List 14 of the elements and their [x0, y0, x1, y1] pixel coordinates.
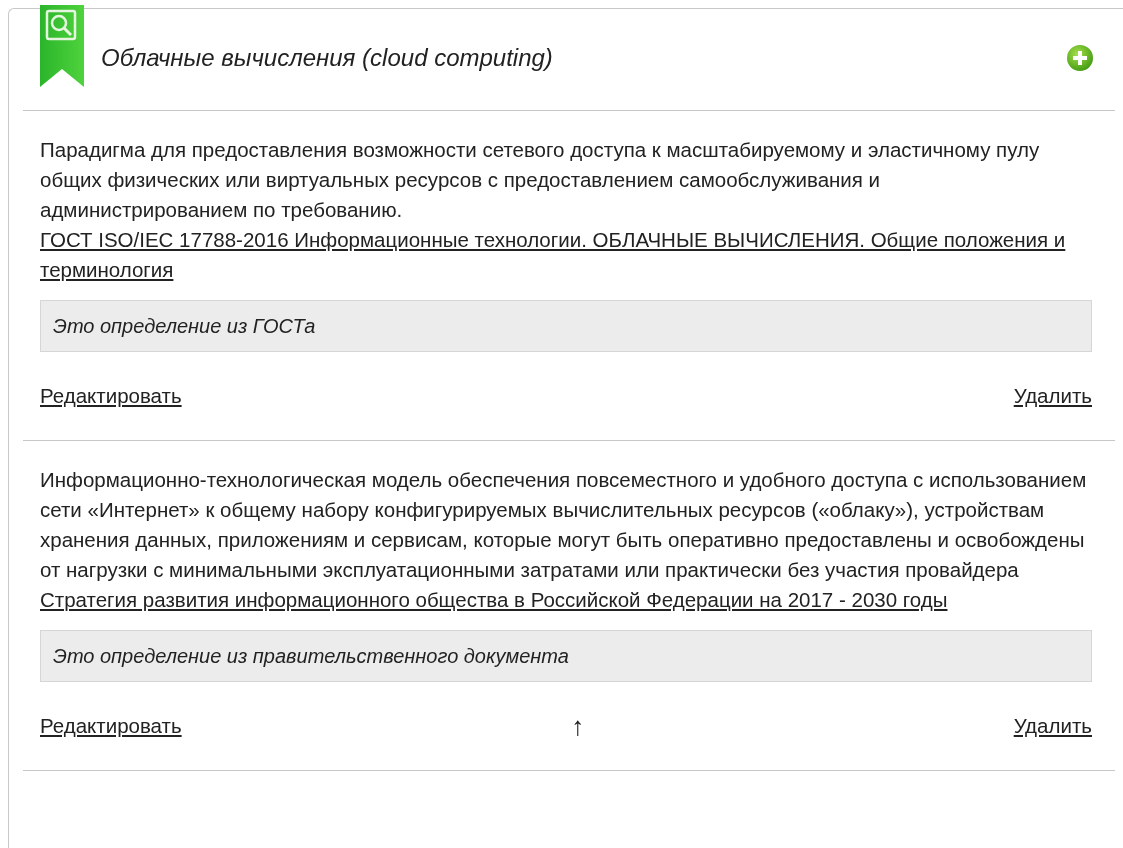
definition-note: Это определение из ГОСТа	[40, 300, 1092, 352]
delete-link[interactable]: Удалить	[1013, 714, 1092, 738]
edit-link[interactable]: Редактировать	[40, 384, 182, 408]
move-up-arrow[interactable]: ↑	[571, 710, 585, 742]
delete-link[interactable]: Удалить	[1013, 384, 1092, 408]
term-title: Облачные вычисления (cloud computing)	[101, 43, 554, 72]
add-icon[interactable]	[1066, 43, 1094, 72]
bookmark-search-icon	[40, 5, 84, 87]
source-link[interactable]: Стратегия развития информационного общества в Российской Федерации на 2017 - 2030 годы	[40, 585, 1092, 615]
definition-text: Информационно-технологическая модель обеспечения повсеместного и удобного доступа с использованием сети «Интернет» к общему набору конфигурируемых вычислительных ресурсов («облаку»), устройствам хранения данных, приложениям и сервисам, которые могут быть оперативно предоставлены и освобождены от нагрузки с минимальными эксплуатационными затратами или практически без участия провайдера	[40, 467, 1088, 583]
edit-link[interactable]: Редактировать	[40, 714, 182, 738]
definition-text: Парадигма для предоставления возможности сетевого доступа к масштабируемому и эластичному пулу общих физических или виртуальных ресурсов с предоставлением самообслуживания и администрированием по требованию.	[40, 137, 1041, 223]
definition-note: Это определение из правительственного документа	[40, 630, 1092, 682]
source-link[interactable]: ГОСТ ISO/IEC 17788-2016 Информационные технологии. ОБЛАЧНЫЕ ВЫЧИСЛЕНИЯ. Общие положения и терминология	[40, 225, 1092, 285]
